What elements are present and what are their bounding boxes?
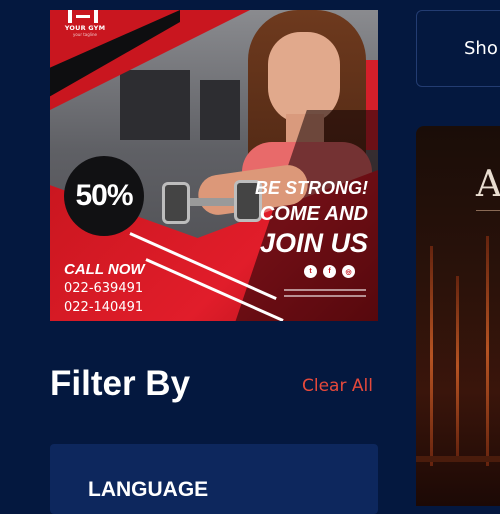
filter-title: Filter By (50, 364, 191, 403)
brand-tagline: your tagline (72, 32, 98, 37)
slogan-line-1: BE STRONG! (254, 178, 368, 198)
gym-machine (200, 80, 240, 140)
dumbbell-plate (162, 182, 190, 224)
gym-promo-banner[interactable]: YOUR GYM your tagline 50% BE STRONG! COM… (50, 10, 378, 321)
slogan-line-2: COME AND (259, 203, 368, 225)
title-underline (476, 210, 500, 211)
phone-number-1: 022-639491 (64, 281, 144, 296)
warm-light-strip (456, 276, 459, 456)
language-section-label: LANGUAGE (88, 478, 209, 501)
interior-shelf (416, 456, 500, 462)
slogan-line-3: JOIN US (259, 228, 368, 258)
gym-machine (120, 70, 190, 140)
instagram-icon: ◎ (342, 265, 355, 278)
warm-light-strip (430, 246, 433, 466)
show-dropdown-label: Sho (464, 38, 498, 59)
fine-print-line (284, 295, 366, 297)
call-now-label: CALL NOW (64, 261, 145, 278)
brand-name: YOUR GYM (64, 24, 106, 32)
show-dropdown[interactable]: Sho (416, 10, 500, 87)
clear-all-link[interactable]: Clear All (302, 376, 373, 396)
language-filter-section[interactable]: LANGUAGE (50, 444, 378, 514)
fine-print-line (284, 289, 366, 291)
discount-badge: 50% (64, 156, 144, 236)
warm-light-strip (486, 236, 489, 466)
gym-logo-icon (68, 10, 98, 24)
phone-number-2: 022-140491 (64, 300, 144, 315)
card-title-letter: A (476, 164, 500, 205)
twitter-icon: t (304, 265, 317, 278)
social-icons: t f ◎ (304, 265, 355, 278)
facebook-icon: f (323, 265, 336, 278)
product-card-thumbnail[interactable]: A (416, 126, 500, 506)
